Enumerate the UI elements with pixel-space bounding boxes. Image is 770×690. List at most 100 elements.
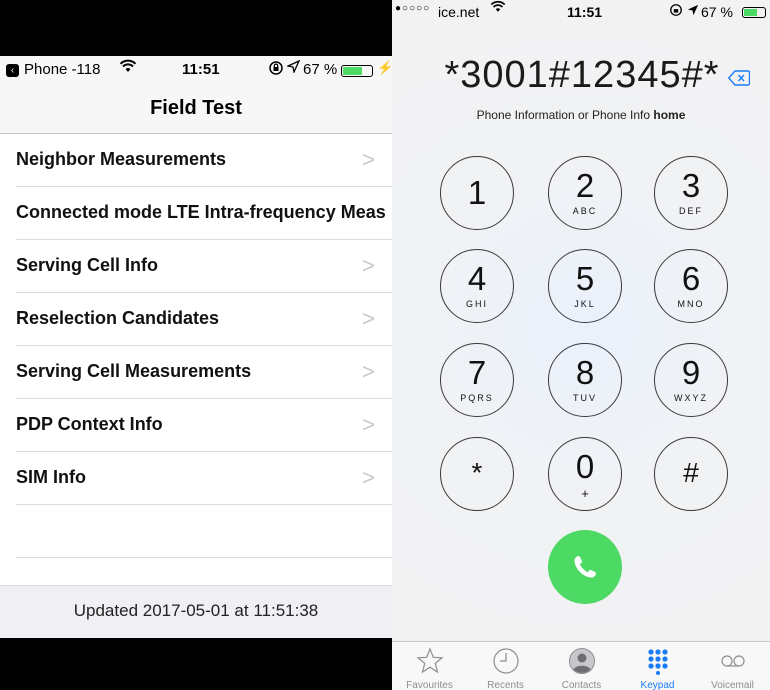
voicemail-icon <box>721 655 745 667</box>
chevron-right-icon: > <box>360 412 375 438</box>
carrier-label: ice.net <box>438 4 480 20</box>
key-letters: + <box>581 486 589 501</box>
key-digit: # <box>683 457 699 488</box>
list-item-label: SIM Info <box>16 467 86 487</box>
call-button[interactable] <box>548 530 622 604</box>
list-item[interactable]: Reselection Candidates > <box>0 293 392 346</box>
tab-label: Contacts <box>561 680 602 690</box>
tab-label: Voicemail <box>711 680 754 690</box>
list-item-label: PDP Context Info <box>16 414 163 434</box>
status-time: 11:51 <box>182 61 220 78</box>
contact-icon <box>569 648 595 674</box>
chevron-right-icon: > <box>360 147 375 173</box>
key-letters: WXYZ <box>674 393 708 403</box>
list-item-label: Serving Cell Info <box>16 255 159 275</box>
battery-icon <box>341 65 373 77</box>
list-item-label: Serving Cell Measurements <box>16 361 252 381</box>
status-bar: ‹ Phone -118 11:51 67 % ⚡ <box>0 56 392 84</box>
field-test-screen: ‹ Phone -118 11:51 67 % ⚡ Field Test Nei… <box>0 0 392 690</box>
battery-percentage: 67 % <box>701 4 733 20</box>
list-item[interactable]: Neighbor Measurements > <box>0 134 392 187</box>
key-digit: * <box>471 457 483 488</box>
tab-voicemail[interactable]: Voicemail <box>695 642 770 690</box>
key-letters: ABC <box>572 206 598 216</box>
empty-row <box>0 505 392 558</box>
keypad-key-2[interactable]: 2 ABC <box>548 156 622 230</box>
wifi-icon <box>490 0 506 18</box>
tab-label: Keypad <box>640 680 675 690</box>
dialed-number-display: *3001#12345#* <box>444 54 720 96</box>
list-item[interactable]: PDP Context Info > <box>0 399 392 452</box>
list-item[interactable]: Serving Cell Measurements > <box>0 346 392 399</box>
key-letters: TUV <box>573 393 597 403</box>
list-item[interactable]: SIM Info > <box>0 452 392 505</box>
battery-percentage: 67 % <box>303 61 338 78</box>
chevron-right-icon: > <box>360 359 375 385</box>
caller-info: Phone Information or Phone Info home <box>392 108 770 122</box>
key-letters: JKL <box>574 299 596 309</box>
clock-icon <box>493 648 519 674</box>
list-item[interactable]: Serving Cell Info > <box>0 240 392 293</box>
keypad-key-7[interactable]: 7 PQRS <box>440 343 514 417</box>
field-test-list: Neighbor Measurements > Connected mode L… <box>0 134 392 585</box>
keypad-key-8[interactable]: 8 TUV <box>548 343 622 417</box>
navigation-bar: Field Test <box>0 84 392 134</box>
signal-strength-icon: ●○○○○ <box>395 3 431 14</box>
chevron-right-icon: > <box>360 306 375 332</box>
key-digit: 8 <box>575 354 595 391</box>
list-item-label: Connected mode LTE Intra-frequency Meas <box>16 202 386 222</box>
keypad-key-0[interactable]: 0 + <box>548 437 622 511</box>
rotation-lock-icon <box>268 60 284 79</box>
wifi-icon <box>119 58 137 78</box>
key-digit: 9 <box>681 354 701 391</box>
star-icon <box>416 647 444 674</box>
phone-dialer-screen: ●○○○○ ice.net 11:51 67 % *3001#12345#* P… <box>392 0 770 690</box>
keypad-key-9[interactable]: 9 WXYZ <box>654 343 728 417</box>
key-letters: GHI <box>465 299 488 309</box>
location-arrow-icon <box>687 3 699 19</box>
keypad-key-3[interactable]: 3 DEF <box>654 156 728 230</box>
chevron-right-icon: > <box>360 253 375 279</box>
status-bar: ●○○○○ ice.net 11:51 67 % <box>392 0 770 24</box>
tab-keypad[interactable]: Keypad <box>620 642 695 690</box>
list-item[interactable]: Connected mode LTE Intra-frequency Meas <box>0 187 392 240</box>
updated-footer: Updated 2017-05-01 at 11:51:38 <box>0 585 392 638</box>
keypad-key-6[interactable]: 6 MNO <box>654 249 728 323</box>
tab-recents[interactable]: Recents <box>468 642 543 690</box>
battery-icon <box>742 7 766 18</box>
list-item-label: Neighbor Measurements <box>16 149 227 169</box>
keypad-icon <box>648 649 668 675</box>
key-digit: 1 <box>467 174 487 211</box>
row-divider <box>16 557 392 558</box>
key-digit: 7 <box>467 354 487 391</box>
keypad-key-star[interactable]: * <box>440 437 514 511</box>
caller-info-label: home <box>653 108 686 122</box>
key-letters: DEF <box>679 206 703 216</box>
tab-label: Recents <box>487 680 524 690</box>
chevron-right-icon: > <box>360 465 375 491</box>
location-arrow-icon <box>285 59 301 76</box>
back-to-app-icon[interactable]: ‹ <box>6 64 19 77</box>
phone-handset-icon <box>574 556 596 578</box>
key-letters: PQRS <box>460 393 494 403</box>
tab-label: Favourites <box>406 680 453 690</box>
key-letters: MNO <box>677 299 705 309</box>
keypad-key-4[interactable]: 4 GHI <box>440 249 514 323</box>
backspace-icon[interactable] <box>727 70 751 86</box>
tab-contacts[interactable]: Contacts <box>544 642 619 690</box>
keypad-key-1[interactable]: 1 <box>440 156 514 230</box>
rotation-lock-icon <box>669 3 683 20</box>
tab-favourites[interactable]: Favourites <box>392 642 467 690</box>
key-digit: 2 <box>575 167 595 204</box>
key-digit: 4 <box>467 260 487 297</box>
key-digit: 5 <box>575 260 595 297</box>
keypad-key-5[interactable]: 5 JKL <box>548 249 622 323</box>
key-digit: 0 <box>575 448 595 485</box>
list-item-label: Reselection Candidates <box>16 308 220 328</box>
charging-bolt-icon: ⚡ <box>377 60 392 75</box>
carrier-label: Phone -118 <box>24 61 101 78</box>
status-time: 11:51 <box>567 4 603 20</box>
page-title: Field Test <box>150 97 242 119</box>
keypad-key-hash[interactable]: # <box>654 437 728 511</box>
caller-info-text: Phone Information or Phone Info <box>476 108 654 122</box>
